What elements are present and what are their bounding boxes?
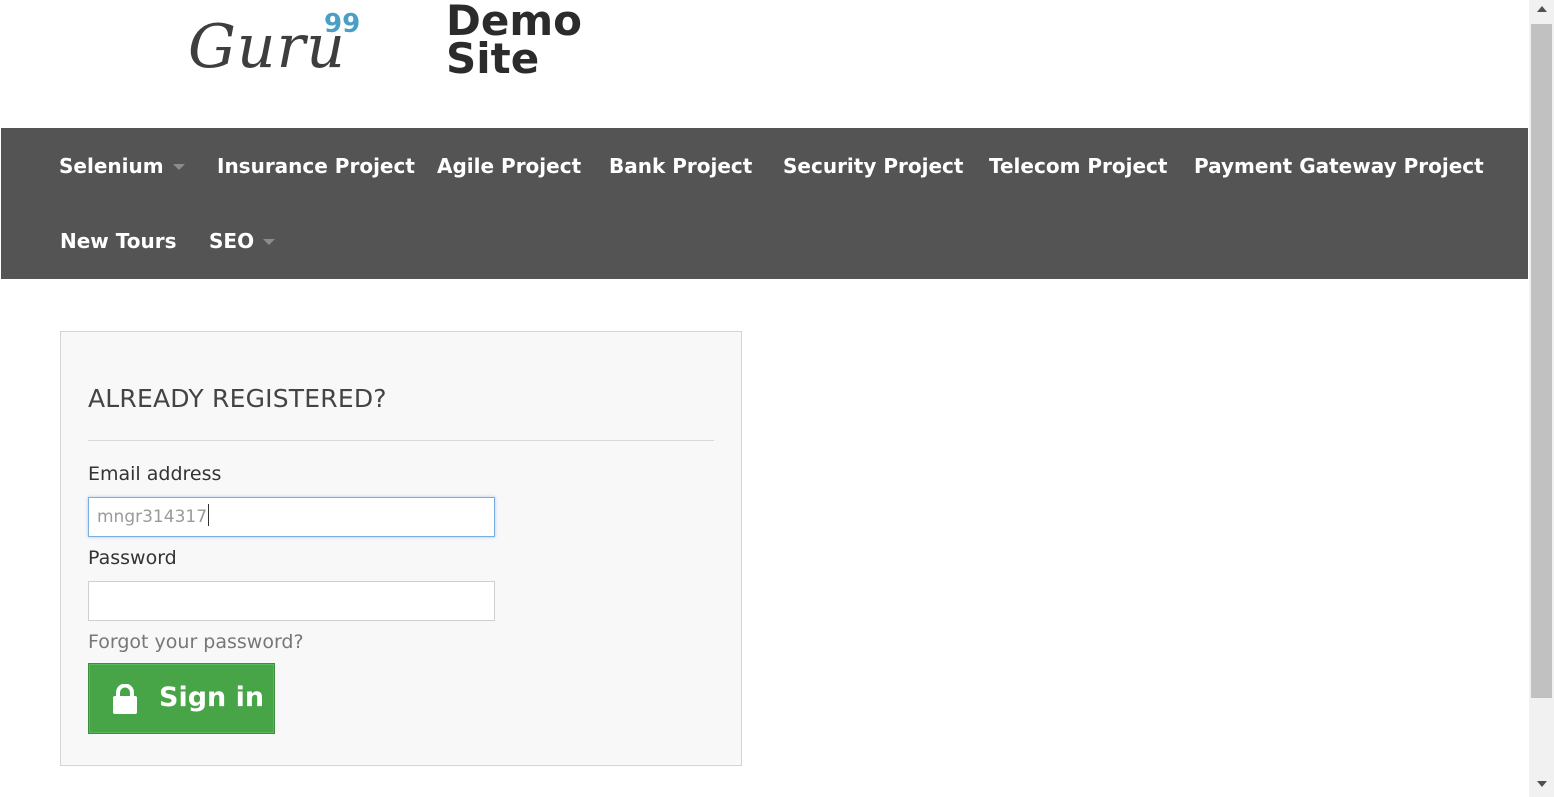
nav-item-seo[interactable]: SEO [209,229,276,253]
password-field[interactable] [88,581,495,621]
nav-item-label: Payment Gateway Project [1194,154,1484,178]
chevron-down-icon [263,238,276,245]
email-value: mngr314317 [97,507,208,527]
nav-item-label: SEO [209,229,255,253]
nav-item-telecom-project[interactable]: Telecom Project [989,154,1167,178]
nav-item-label: Security Project [783,154,964,178]
scroll-up-arrow-icon[interactable] [1537,6,1547,12]
login-panel: ALREADY REGISTERED? Email address mngr31… [60,331,742,766]
page: Guru 99 Demo Site Selenium Insurance Pro… [0,0,1529,797]
guru99-logo[interactable]: Guru 99 [188,8,368,82]
nav-item-label: Bank Project [609,154,753,178]
nav-item-label: Insurance Project [217,154,415,178]
nav-item-label: Telecom Project [989,154,1168,178]
lock-icon [113,684,137,714]
logo-superscript: 99 [324,9,361,39]
forgot-password-link[interactable]: Forgot your password? [88,631,304,653]
nav-item-agile-project[interactable]: Agile Project [437,154,581,178]
nav-item-label: New Tours [60,229,177,253]
scrollbar-thumb[interactable] [1531,24,1552,698]
nav-item-selenium[interactable]: Selenium [59,154,185,178]
text-cursor [208,504,210,526]
sign-in-label: Sign in [159,682,265,713]
email-label: Email address [88,463,222,485]
email-field[interactable]: mngr314317 [88,497,495,537]
scroll-down-arrow-icon[interactable] [1537,781,1547,787]
site-title-line2: Site [446,34,540,83]
nav-item-bank-project[interactable]: Bank Project [609,154,752,178]
nav-item-security-project[interactable]: Security Project [783,154,963,178]
site-header: Guru 99 Demo Site [0,0,1529,128]
main-nav: Selenium Insurance Project Agile Project… [1,128,1528,279]
password-label: Password [88,547,177,569]
vertical-scrollbar[interactable] [1529,0,1554,797]
login-title: ALREADY REGISTERED? [88,384,387,413]
nav-item-payment-gateway-project[interactable]: Payment Gateway Project [1194,154,1484,178]
nav-item-new-tours[interactable]: New Tours [60,229,176,253]
sign-in-button[interactable]: Sign in [88,663,275,734]
chevron-down-icon [172,163,185,170]
site-title: Demo Site [446,0,582,83]
logo-text: Guru [188,12,346,82]
nav-item-insurance-project[interactable]: Insurance Project [217,154,415,178]
nav-item-label: Agile Project [437,154,582,178]
nav-item-label: Selenium [59,154,164,178]
divider [88,440,714,441]
